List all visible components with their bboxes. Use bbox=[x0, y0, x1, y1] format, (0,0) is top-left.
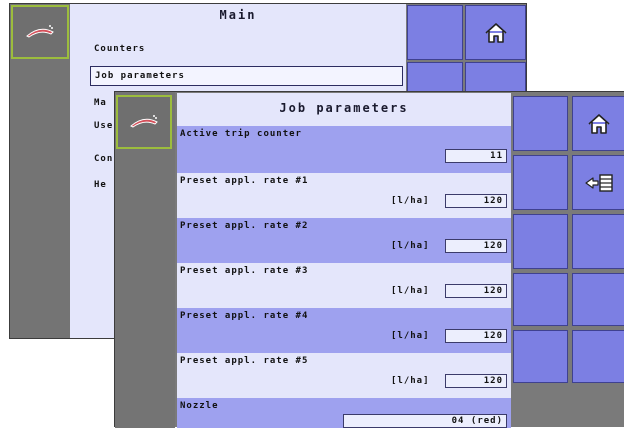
param-label: Preset appl. rate #4 bbox=[180, 311, 309, 321]
param-unit: [l/ha] bbox=[391, 376, 430, 386]
menu-item-job-parameters[interactable]: Job parameters bbox=[90, 66, 403, 86]
menu-item-counters[interactable]: Counters bbox=[94, 44, 145, 54]
param-label: Active trip counter bbox=[180, 129, 302, 139]
page-title: Main bbox=[219, 8, 257, 22]
param-label: Nozzle bbox=[180, 401, 219, 411]
back-list-icon bbox=[584, 173, 613, 192]
param-value-field[interactable]: 120 bbox=[445, 194, 507, 208]
param-row-rate-3[interactable]: Preset appl. rate #3 [l/ha] 120 bbox=[177, 263, 511, 308]
param-unit: [l/ha] bbox=[391, 196, 430, 206]
param-unit: [l/ha] bbox=[391, 331, 430, 341]
job-softkey-6[interactable] bbox=[572, 214, 624, 269]
job-softkey-8[interactable] bbox=[572, 273, 624, 326]
menu-item-5[interactable]: Con bbox=[94, 154, 113, 164]
param-value-field[interactable]: 120 bbox=[445, 329, 507, 343]
main-back-button[interactable] bbox=[465, 62, 526, 92]
param-label: Preset appl. rate #2 bbox=[180, 221, 309, 231]
param-unit: [l/ha] bbox=[391, 241, 430, 251]
job-softkey-10[interactable] bbox=[572, 330, 624, 383]
param-row-nozzle[interactable]: Nozzle 04 (red) bbox=[177, 398, 511, 428]
param-value-field[interactable]: 04 (red) bbox=[343, 414, 507, 428]
param-value-field[interactable]: 11 bbox=[445, 149, 507, 163]
sprayer-icon bbox=[26, 25, 54, 38]
param-row-rate-2[interactable]: Preset appl. rate #2 [l/ha] 120 bbox=[177, 218, 511, 263]
home-icon bbox=[587, 113, 610, 134]
job-softkey-1[interactable] bbox=[513, 96, 568, 151]
param-unit: [l/ha] bbox=[391, 286, 430, 296]
job-softkey-7[interactable] bbox=[513, 273, 568, 326]
param-label: Preset appl. rate #5 bbox=[180, 356, 309, 366]
param-value-field[interactable]: 120 bbox=[445, 239, 507, 253]
param-row-rate-5[interactable]: Preset appl. rate #5 [l/ha] 120 bbox=[177, 353, 511, 398]
param-value-field[interactable]: 120 bbox=[445, 374, 507, 388]
main-home-button[interactable] bbox=[465, 5, 526, 60]
job-softkey-3[interactable] bbox=[513, 155, 568, 210]
job-sprayer-logo bbox=[116, 95, 172, 149]
param-row-rate-4[interactable]: Preset appl. rate #4 [l/ha] 120 bbox=[177, 308, 511, 353]
sprayer-icon bbox=[130, 115, 158, 128]
menu-item-6[interactable]: He bbox=[94, 180, 107, 190]
menu-item-4[interactable]: Use bbox=[94, 121, 113, 131]
param-label: Preset appl. rate #1 bbox=[180, 176, 309, 186]
param-label: Preset appl. rate #3 bbox=[180, 266, 309, 276]
main-softkey-1[interactable] bbox=[407, 5, 463, 60]
main-softkey-3[interactable] bbox=[407, 62, 463, 92]
main-sprayer-logo bbox=[11, 5, 69, 59]
job-home-button[interactable] bbox=[572, 96, 624, 151]
job-content: Job parameters Active trip counter 11 Pr… bbox=[177, 93, 511, 428]
param-row-active-trip-counter[interactable]: Active trip counter 11 bbox=[177, 126, 511, 173]
home-icon bbox=[484, 22, 507, 43]
job-back-button[interactable] bbox=[572, 155, 624, 210]
param-value-field[interactable]: 120 bbox=[445, 284, 507, 298]
param-row-rate-1[interactable]: Preset appl. rate #1 [l/ha] 120 bbox=[177, 173, 511, 218]
job-softkey-9[interactable] bbox=[513, 330, 568, 383]
job-parameters-screen: Job parameters Active trip counter 11 Pr… bbox=[114, 91, 624, 428]
page-title: Job parameters bbox=[279, 101, 409, 115]
menu-item-3[interactable]: Ma bbox=[94, 98, 107, 108]
job-softkey-5[interactable] bbox=[513, 214, 568, 269]
